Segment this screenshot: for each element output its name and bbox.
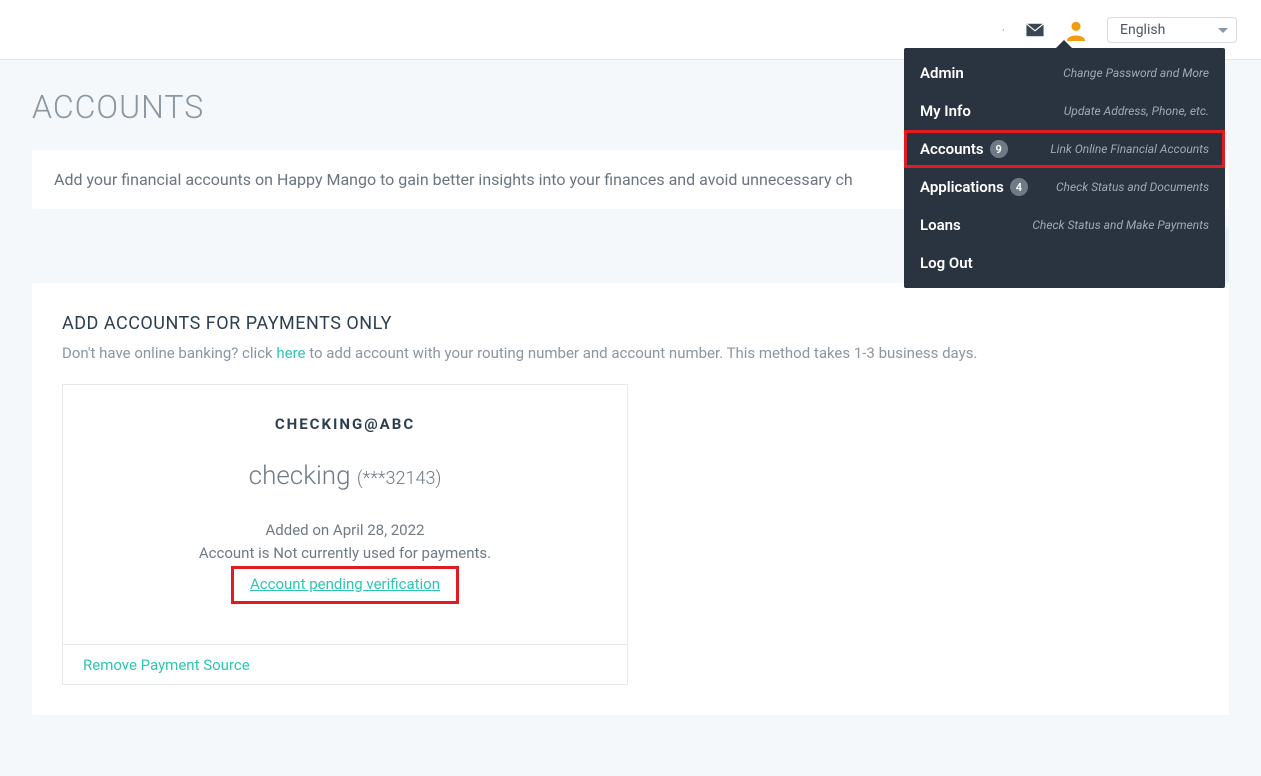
language-select-value: English <box>1120 22 1165 38</box>
account-type: checking <box>249 461 351 491</box>
dropdown-item-loans[interactable]: Loans Check Status and Make Payments <box>904 206 1225 244</box>
language-select[interactable]: English <box>1107 17 1237 43</box>
panel-sub-prefix: Don't have online banking? click <box>62 344 276 362</box>
account-card-footer: Remove Payment Source <box>63 644 627 684</box>
dropdown-sub: Update Address, Phone, etc. <box>1064 104 1209 118</box>
dropdown-item-my-info[interactable]: My Info Update Address, Phone, etc. <box>904 92 1225 130</box>
account-name: CHECKING@ABC <box>83 415 607 433</box>
account-mask: (***32143) <box>357 468 441 489</box>
dropdown-label: Accounts 9 <box>920 140 1008 158</box>
pending-verification-highlight: Account pending verification <box>231 566 459 604</box>
header-separator-dot: · <box>1002 23 1005 37</box>
panel-subtext: Don't have online banking? click here to… <box>62 344 1199 362</box>
mail-icon[interactable] <box>1025 23 1045 37</box>
user-icon[interactable] <box>1065 19 1087 41</box>
dropdown-item-accounts[interactable]: Accounts 9 Link Online Financial Account… <box>904 130 1225 168</box>
dropdown-label: Admin <box>920 64 964 82</box>
dropdown-label-text: Applications <box>920 178 1004 196</box>
dropdown-label: Log Out <box>920 254 973 272</box>
dropdown-label-text: Accounts <box>920 140 984 158</box>
dropdown-badge: 4 <box>1010 178 1028 196</box>
dropdown-item-log-out[interactable]: Log Out <box>904 244 1225 288</box>
add-account-link[interactable]: here <box>276 344 305 362</box>
account-card: CHECKING@ABC checking (***32143) Added o… <box>62 384 628 685</box>
dropdown-item-admin[interactable]: Admin Change Password and More <box>904 48 1225 92</box>
dropdown-item-applications[interactable]: Applications 4 Check Status and Document… <box>904 168 1225 206</box>
user-dropdown-menu: Admin Change Password and More My Info U… <box>904 48 1225 288</box>
panel-heading: ADD ACCOUNTS FOR PAYMENTS ONLY <box>62 313 1199 334</box>
account-pending-link[interactable]: Account pending verification <box>250 575 440 593</box>
dropdown-sub: Change Password and More <box>1063 66 1209 80</box>
account-status: Account is Not currently used for paymen… <box>83 542 607 565</box>
dropdown-sub: Link Online Financial Accounts <box>1050 142 1209 156</box>
main-panel: ADD ACCOUNTS FOR PAYMENTS ONLY Don't hav… <box>32 283 1229 715</box>
remove-payment-source-link[interactable]: Remove Payment Source <box>83 656 250 674</box>
dropdown-label: Applications 4 <box>920 178 1028 196</box>
dropdown-sub: Check Status and Make Payments <box>1032 218 1209 232</box>
panel-sub-suffix: to add account with your routing number … <box>306 344 978 362</box>
dropdown-label: Loans <box>920 216 961 234</box>
dropdown-badge: 9 <box>990 140 1008 158</box>
account-added-date: Added on April 28, 2022 <box>83 519 607 542</box>
dropdown-label: My Info <box>920 102 971 120</box>
dropdown-sub: Check Status and Documents <box>1056 180 1209 194</box>
account-type-row: checking (***32143) <box>83 461 607 491</box>
account-card-body: CHECKING@ABC checking (***32143) Added o… <box>63 385 627 644</box>
